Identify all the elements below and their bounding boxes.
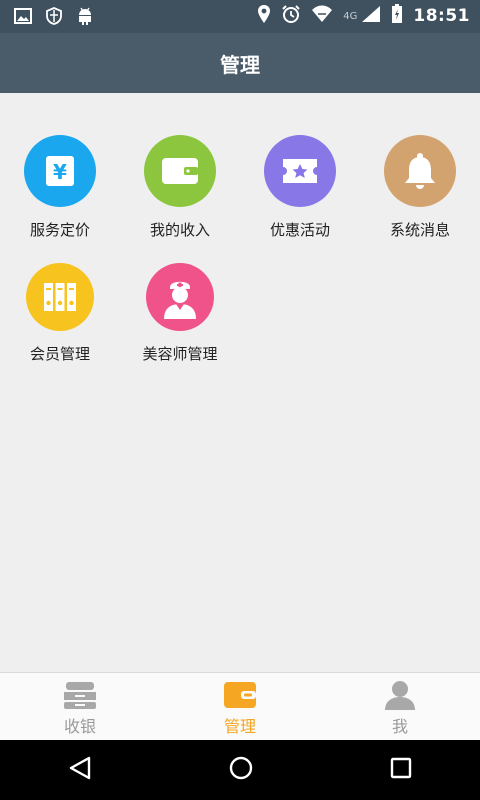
back-icon[interactable] bbox=[67, 755, 93, 785]
service-pricing-tile[interactable]: ¥ 服务定价 bbox=[0, 93, 120, 239]
image-notification-icon bbox=[14, 8, 32, 28]
tab-management[interactable]: 管理 bbox=[160, 673, 320, 741]
person-icon bbox=[382, 679, 418, 711]
binders-icon bbox=[26, 263, 94, 331]
page-title: 管理 bbox=[220, 52, 260, 77]
svg-text:¥: ¥ bbox=[53, 160, 67, 184]
bell-icon bbox=[384, 135, 456, 207]
title-bar: 管理 bbox=[0, 33, 480, 93]
tab-label: 收银 bbox=[63, 717, 96, 736]
tile-label: 系统消息 bbox=[389, 221, 450, 239]
home-icon[interactable] bbox=[228, 755, 254, 785]
tab-cashier[interactable]: 收银 bbox=[0, 673, 160, 741]
system-messages-tile[interactable]: 系统消息 bbox=[360, 93, 480, 239]
wifi-icon bbox=[311, 5, 333, 27]
wallet-icon bbox=[144, 135, 216, 207]
signal-icon bbox=[361, 5, 381, 27]
tile-label: 会员管理 bbox=[29, 345, 90, 363]
location-icon bbox=[257, 4, 271, 28]
alarm-icon bbox=[281, 4, 301, 28]
tab-me[interactable]: 我 bbox=[320, 673, 480, 741]
beautician-management-tile[interactable]: 美容师管理 bbox=[120, 223, 240, 363]
member-management-tile[interactable]: 会员管理 bbox=[0, 223, 120, 363]
tile-label: 优惠活动 bbox=[269, 221, 330, 239]
ticket-star-icon bbox=[264, 135, 336, 207]
my-income-tile[interactable]: 我的收入 bbox=[120, 93, 240, 239]
tab-label: 管理 bbox=[223, 717, 256, 736]
yuan-icon: ¥ bbox=[24, 135, 96, 207]
tile-label: 美容师管理 bbox=[142, 345, 218, 363]
tab-label: 我 bbox=[391, 717, 408, 736]
system-navigation-bar bbox=[0, 740, 480, 800]
android-notification-icon bbox=[76, 6, 94, 30]
network-type-label: 4G bbox=[343, 10, 358, 22]
bottom-tab-bar: 收银 管理 我 bbox=[0, 672, 480, 741]
promotions-tile[interactable]: 优惠活动 bbox=[240, 93, 360, 239]
cash-register-icon bbox=[62, 679, 98, 711]
recents-icon[interactable] bbox=[389, 756, 413, 784]
nurse-icon bbox=[146, 263, 214, 331]
battery-icon bbox=[391, 4, 403, 28]
wallet-icon bbox=[222, 679, 258, 711]
clock: 18:51 bbox=[413, 6, 470, 26]
shield-notification-icon bbox=[46, 7, 62, 29]
status-bar: 4G 18:51 bbox=[0, 0, 480, 33]
